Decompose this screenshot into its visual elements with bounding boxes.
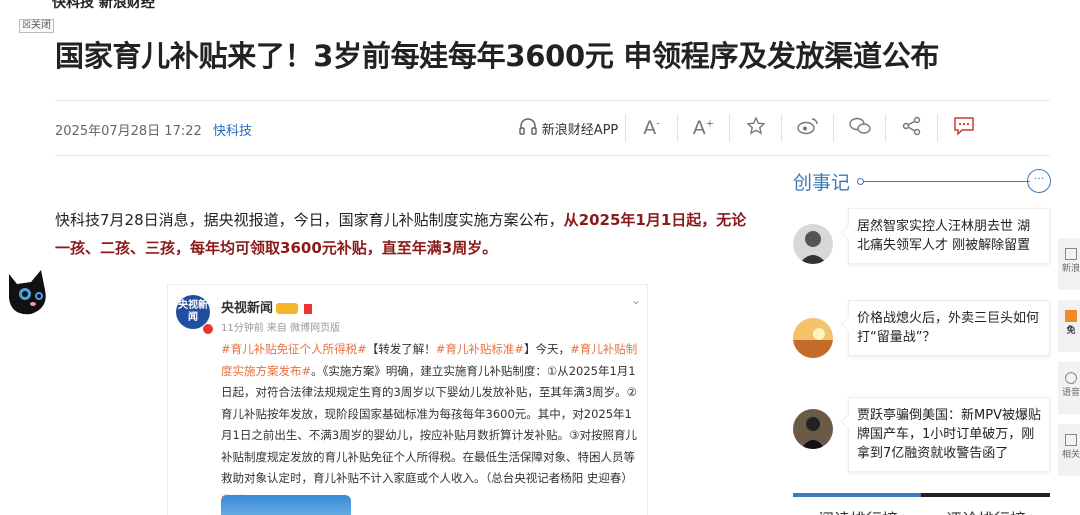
card-title[interactable]: 价格战熄火后，外卖三巨头如何打“留量战”？ (848, 300, 1050, 356)
app-download-button[interactable]: 新浪财经APP (511, 114, 626, 142)
promo-icon (1065, 310, 1077, 322)
article-lead-paragraph: 快科技7月28日消息，据央视报道，今日，国家育儿补贴制度实施方案公布，从2025… (55, 206, 760, 262)
weibo-post-text: #育儿补贴免征个人所得税#【转发了解！#育儿补贴标准#】今天，#育儿补贴制度实施… (221, 339, 641, 511)
tab-read-rank[interactable]: 阅读排行榜 (818, 506, 898, 515)
sidebar-card[interactable]: 居然智家实控人汪林朋去世 湖北痛失领军人才 刚被解除留置 (793, 208, 1050, 278)
comment-button[interactable] (938, 114, 990, 142)
weibo-account-name[interactable]: 央视新闻 (221, 297, 313, 316)
share-icon (902, 116, 922, 140)
close-label: 关闭 (30, 20, 51, 31)
top-cut-header: 快科技 新浪财经 (52, 0, 155, 11)
article-date: 2025年07月28日 17:22 (55, 124, 202, 139)
font-increase-button[interactable]: A+ (678, 114, 730, 142)
article-title: 国家育儿补贴来了！3岁前每娃每年3600元 申领程序及发放渠道公布 (55, 39, 940, 73)
rail-voice-button[interactable]: 语音 (1058, 362, 1080, 414)
cat-mascot-icon[interactable] (3, 264, 55, 318)
rail-home-button[interactable]: 新浪 (1058, 238, 1080, 290)
card-thumbnail (793, 409, 833, 449)
home-icon (1065, 248, 1077, 260)
weibo-timestamp: 11分钟前 来自 微博网页版 (221, 323, 341, 334)
favorite-button[interactable] (730, 114, 782, 142)
tab-comment-rank[interactable]: 评论排行榜 (946, 506, 1026, 515)
lead-text: 快科技7月28日消息，据央视报道，今日，国家育儿补贴制度实施方案公布， (55, 211, 564, 229)
font-increase-icon: A+ (692, 117, 715, 139)
document-icon (1065, 434, 1077, 446)
embedded-weibo-post: 央视新闻 央视新闻 11分钟前 来自 微博网页版 ⌄ #育儿补贴免征个人所得税#… (167, 284, 648, 515)
close-icon: ☒ (22, 20, 31, 31)
share-wechat-button[interactable] (834, 114, 886, 142)
font-decrease-button[interactable]: A- (626, 114, 678, 142)
article-meta-bar: 2025年07月28日 17:22 快科技 新浪财经APP A- A+ (55, 100, 1050, 156)
font-decrease-icon: A- (643, 117, 660, 139)
share-weibo-button[interactable] (782, 114, 834, 142)
rail-related-button[interactable]: 相关 (1058, 424, 1080, 476)
comment-icon (953, 116, 975, 140)
flag-icon (304, 303, 313, 314)
weibo-attached-image[interactable] (221, 495, 351, 515)
sidebar-title-dot (857, 178, 864, 185)
sidebar-more-button[interactable]: ··· (1027, 169, 1051, 193)
article-toolbar: 新浪财经APP A- A+ (511, 114, 990, 142)
sidebar-section-title[interactable]: 创事记 (793, 168, 850, 195)
sidebar-card[interactable]: 贾跃亭骗倒美国：新MPV被爆贴牌国产车，1小时订单破万，刚拿到7亿融资就收警告函… (793, 397, 1050, 479)
chevron-down-icon[interactable]: ⌄ (631, 293, 641, 307)
weibo-icon (796, 117, 819, 139)
rank-tab-indicator (793, 493, 921, 497)
headphones-icon (1065, 372, 1077, 384)
verified-badge-icon (202, 323, 214, 335)
rail-promo-button[interactable]: 免 (1058, 300, 1080, 352)
vip-badge-icon (276, 303, 299, 314)
sidebar-card[interactable]: 价格战熄火后，外卖三巨头如何打“留量战”？ (793, 300, 1050, 360)
card-thumbnail (793, 224, 833, 264)
hashtag-link[interactable]: #育儿补贴标准# (436, 342, 524, 356)
headphones-icon (518, 117, 538, 139)
article-source-link[interactable]: 快科技 (213, 120, 252, 139)
rank-tabs-bar (793, 493, 1050, 497)
sidebar-title-divider (860, 181, 1030, 182)
share-button[interactable] (886, 114, 938, 142)
star-icon (745, 116, 766, 140)
hashtag-link[interactable]: #育儿补贴免征个人所得税# (221, 342, 367, 356)
close-button[interactable]: ☒关闭 (19, 19, 54, 33)
card-title[interactable]: 贾跃亭骗倒美国：新MPV被爆贴牌国产车，1小时订单破万，刚拿到7亿融资就收警告函… (848, 397, 1050, 472)
card-thumbnail (793, 318, 833, 358)
wechat-icon (848, 117, 871, 139)
app-label: 新浪财经APP (541, 122, 619, 138)
card-title[interactable]: 居然智家实控人汪林朋去世 湖北痛失领军人才 刚被解除留置 (848, 208, 1050, 264)
